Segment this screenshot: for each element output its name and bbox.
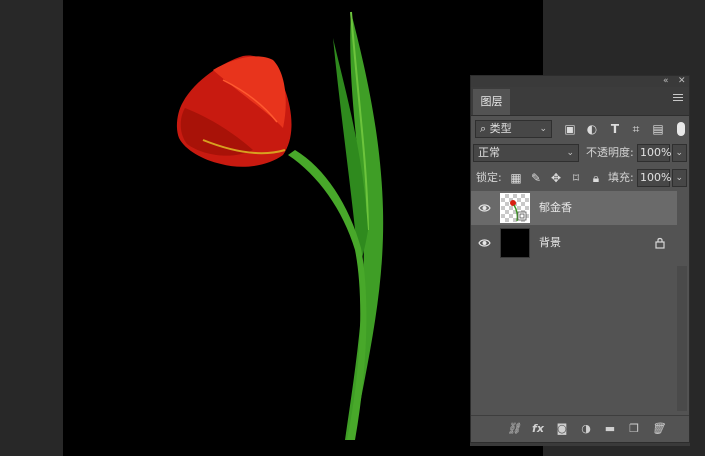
double-chevron-icon[interactable]: « [663, 75, 669, 87]
opacity-label: 不透明度: [586, 146, 634, 159]
smartobject-filter-icon[interactable]: ▤ [651, 122, 665, 136]
link-layers-icon[interactable]: ⛓ [507, 422, 521, 436]
layer-thumbnail [500, 193, 530, 223]
chevron-down-icon: ⌄ [675, 173, 683, 183]
lock-artboard-icon[interactable]: ⌑ [569, 171, 583, 185]
opacity-slider-button[interactable]: ⌄ [672, 144, 687, 162]
panel-bottom-strip [470, 443, 690, 446]
lock-row: 锁定: ▦ ✎ ✥ ⌑ 🔒︎ 填充: 100% ⌄ [471, 169, 689, 189]
fill-slider-button[interactable]: ⌄ [672, 169, 687, 187]
new-group-icon[interactable]: ▬ [603, 422, 617, 436]
layer-row-tulip[interactable]: 郁金香 [471, 191, 677, 225]
layer-thumbnail [500, 228, 530, 258]
lock-brush-icon[interactable]: ✎ [529, 171, 543, 185]
layer-name[interactable]: 郁金香 [539, 191, 572, 225]
add-mask-icon[interactable]: ◙ [555, 422, 569, 436]
blend-mode-dropdown[interactable]: 正常 ⌄ [473, 144, 579, 162]
eye-icon[interactable] [478, 237, 491, 249]
adjustment-layer-icon[interactable]: ◑ [579, 422, 593, 436]
panel-titlebar: « ✕ [471, 76, 689, 87]
chevron-down-icon: ⌄ [566, 148, 574, 158]
blend-row: 正常 ⌄ 不透明度: 100% ⌄ [471, 144, 689, 164]
panel-tabbar: 图层 [471, 87, 689, 116]
layer-row-background[interactable]: 背景 [471, 226, 677, 260]
shape-filter-icon[interactable]: ⌗ [629, 122, 643, 136]
lock-all-icon[interactable]: 🔒︎ [589, 171, 603, 185]
filter-row: ⌕ 类型 ⌄ ▣ ◐ T ⌗ ▤ [471, 120, 689, 140]
layers-panel: « ✕ 图层 ⌕ 类型 ⌄ ▣ ◐ T ⌗ ▤ 正常 ⌄ 不透明度: 100% … [470, 75, 690, 443]
hamburger-menu-icon[interactable] [673, 94, 683, 103]
layer-name[interactable]: 背景 [539, 226, 561, 260]
filter-toggle[interactable] [677, 122, 685, 136]
fill-input[interactable]: 100% [637, 169, 671, 187]
chevron-down-icon: ⌄ [675, 148, 683, 158]
opacity-input[interactable]: 100% [637, 144, 671, 162]
lock-position-icon[interactable]: ✥ [549, 171, 563, 185]
pixel-filter-icon[interactable]: ▣ [563, 122, 577, 136]
blend-mode-value: 正常 [478, 146, 500, 159]
fx-icon[interactable]: fx [531, 422, 545, 436]
search-icon: ⌕ [480, 122, 487, 135]
adjustment-filter-icon[interactable]: ◐ [585, 122, 599, 136]
fill-label: 填充: [608, 171, 634, 184]
lock-icon [655, 237, 665, 249]
layers-scrollbar[interactable] [677, 266, 687, 411]
filter-kind-label: 类型 [489, 122, 512, 135]
tulip-thumbnail-icon [510, 200, 527, 222]
close-icon[interactable]: ✕ [678, 75, 686, 87]
new-layer-icon[interactable]: ❐ [627, 422, 641, 436]
layers-bottom-toolbar: ⛓ fx ◙ ◑ ▬ ❐ 🗑︎ [471, 415, 689, 442]
eye-icon[interactable] [478, 202, 491, 214]
type-filter-icon[interactable]: T [608, 122, 622, 136]
chevron-down-icon: ⌄ [539, 124, 547, 134]
lock-transparent-icon[interactable]: ▦ [509, 171, 523, 185]
trash-icon[interactable]: 🗑︎ [651, 422, 665, 436]
filter-kind-dropdown[interactable]: ⌕ 类型 ⌄ [475, 120, 552, 138]
tab-layers[interactable]: 图层 [473, 89, 510, 115]
lock-label: 锁定: [476, 171, 502, 184]
